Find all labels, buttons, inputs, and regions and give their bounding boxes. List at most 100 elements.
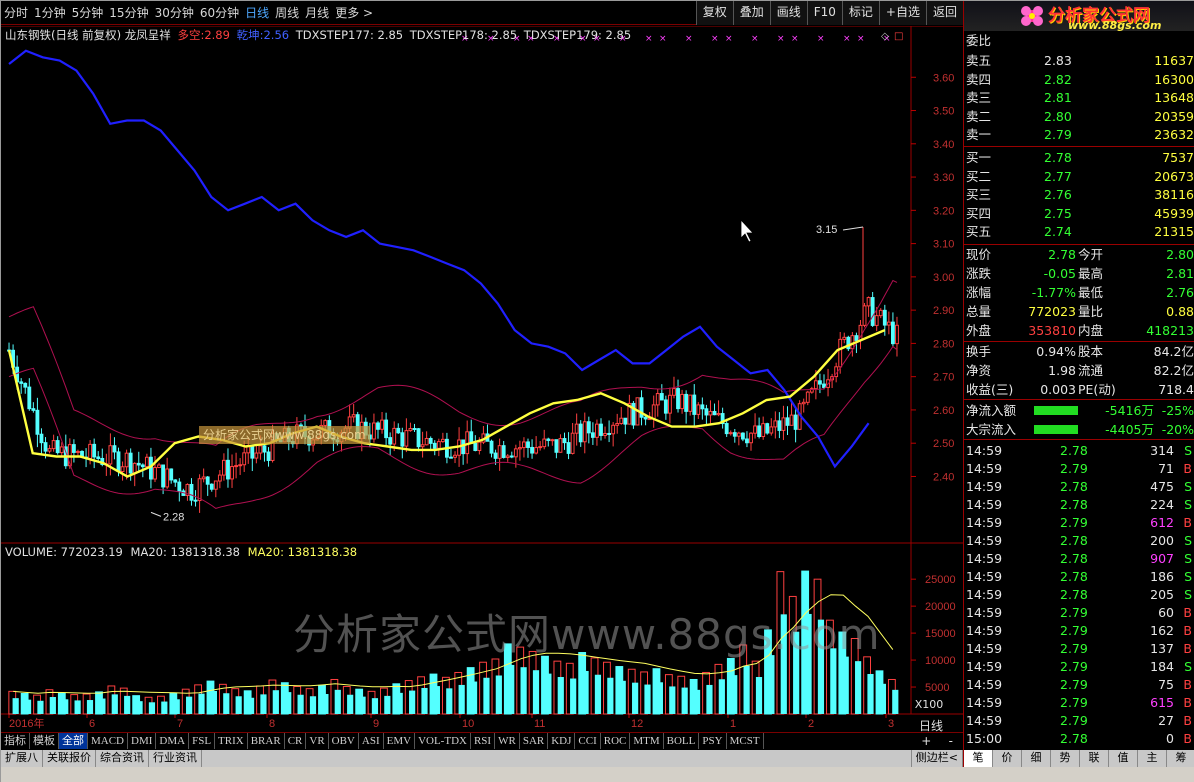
stat-label-2: 最高 bbox=[1078, 266, 1104, 281]
indicator-tab-12[interactable]: ASI bbox=[359, 733, 384, 749]
right-tab-3[interactable]: 势 bbox=[1051, 750, 1080, 767]
bid-3-row: 买四 2.75 45939 bbox=[964, 205, 1194, 223]
indicator-tab-6[interactable]: FSL bbox=[189, 733, 216, 749]
tf-1[interactable]: 分时 bbox=[1, 1, 31, 25]
tf-4[interactable]: 15分钟 bbox=[106, 1, 151, 25]
tf-weekly[interactable]: 周线 bbox=[272, 1, 302, 25]
flow-label: 净流入额 bbox=[966, 403, 1017, 418]
tab-related-quotes[interactable]: 关联报价 bbox=[43, 750, 96, 767]
right-tab-7[interactable]: 筹 bbox=[1167, 750, 1194, 767]
indicator-tab-7[interactable]: TRIX bbox=[215, 733, 248, 749]
ask-0-price: 2.83 bbox=[1044, 53, 1072, 68]
tab-news[interactable]: 综合资讯 bbox=[96, 750, 149, 767]
candle-body bbox=[688, 394, 693, 412]
right-tab-5[interactable]: 值 bbox=[1109, 750, 1138, 767]
tf-more[interactable]: 更多 > bbox=[332, 1, 376, 25]
right-tab-1[interactable]: 价 bbox=[993, 750, 1022, 767]
indicator-tab-14[interactable]: VOL-TDX bbox=[415, 733, 471, 749]
tab-ext8[interactable]: 扩展八 bbox=[1, 750, 43, 767]
indicator-tab-9[interactable]: CR bbox=[285, 733, 307, 749]
volume-bar bbox=[359, 696, 366, 714]
tf-monthly[interactable]: 月线 bbox=[302, 1, 332, 25]
kline-chart-area[interactable]: 3.60 3.50 3.40 3.30 3.20 3.10 3.00 2.90 2.80 2.70… bbox=[1, 26, 963, 733]
tf-6[interactable]: 60分钟 bbox=[197, 1, 242, 25]
indicator-tab-13[interactable]: EMV bbox=[384, 733, 416, 749]
tf-daily[interactable]: 日线 bbox=[242, 1, 272, 25]
site-logo: 分析家公式网 www.88gs.com bbox=[964, 1, 1194, 32]
indicator-tab-5[interactable]: DMA bbox=[156, 733, 190, 749]
tick-price: 2.78 bbox=[1060, 731, 1088, 746]
right-tab-0[interactable]: 笔 bbox=[964, 750, 993, 767]
volume-bar bbox=[297, 694, 304, 714]
candle-body bbox=[153, 467, 157, 480]
indicator-tab-19[interactable]: CCI bbox=[575, 733, 601, 749]
indicator-tab-17[interactable]: SAR bbox=[520, 733, 549, 749]
indicator-tab-3[interactable]: MACD bbox=[88, 733, 129, 749]
draw-line-button[interactable]: 画线 bbox=[769, 1, 807, 25]
indicator-tab-15[interactable]: RSI bbox=[471, 733, 496, 749]
stat2-label-1: 收益(三) bbox=[966, 382, 1014, 397]
ask-4-price: 2.79 bbox=[1044, 127, 1072, 143]
stat-label-1: 现价 bbox=[966, 247, 992, 262]
overlay-button[interactable]: 叠加 bbox=[732, 1, 770, 25]
indicator-tab-0[interactable]: 指标 bbox=[1, 733, 30, 749]
candle-body bbox=[793, 414, 798, 430]
candle-body bbox=[473, 442, 478, 451]
zoom-out-button[interactable]: - bbox=[939, 733, 964, 749]
stat-row: 外盘 353810 内盘 418213 bbox=[964, 322, 1194, 340]
volume-bar bbox=[37, 700, 44, 714]
indicator-tab-8[interactable]: BRAR bbox=[248, 733, 285, 749]
tf-5[interactable]: 30分钟 bbox=[152, 1, 197, 25]
indicator-tab-1[interactable]: 模板 bbox=[30, 733, 59, 749]
indicator-tab-20[interactable]: ROC bbox=[601, 733, 631, 749]
tick-time: 14:59 bbox=[966, 569, 1003, 584]
mark-button[interactable]: 标记 bbox=[841, 1, 879, 25]
stat-value-2: 2.76 bbox=[1166, 285, 1194, 300]
indicator-tab-16[interactable]: WR bbox=[495, 733, 520, 749]
tick-volume: 612 bbox=[1150, 515, 1174, 530]
volume-bar bbox=[718, 679, 725, 714]
ask-0-row: 卖五 2.83 11637 bbox=[964, 52, 1194, 70]
candle-body bbox=[262, 445, 267, 453]
tf-2[interactable]: 1分钟 bbox=[31, 1, 69, 25]
candle-body bbox=[177, 481, 182, 492]
indicator-tab-24[interactable]: MCST bbox=[727, 733, 764, 749]
candle-body bbox=[509, 455, 514, 458]
indicator-tab-2[interactable]: 全部 bbox=[59, 733, 88, 749]
indicator-tab-11[interactable]: OBV bbox=[329, 733, 359, 749]
ask-3-volume: 20359 bbox=[1154, 108, 1194, 124]
tick-time: 14:59 bbox=[966, 479, 1003, 494]
indicator-tab-21[interactable]: MTM bbox=[630, 733, 664, 749]
flow-row: 净流入额 -5416万 -25% bbox=[964, 402, 1194, 420]
tab-industry-news[interactable]: 行业资讯 bbox=[149, 750, 202, 767]
price-label: 3.00 bbox=[933, 272, 954, 284]
tf-3[interactable]: 5分钟 bbox=[69, 1, 107, 25]
indicator-tab-18[interactable]: KDJ bbox=[548, 733, 576, 749]
right-tab-6[interactable]: 主 bbox=[1138, 750, 1167, 767]
indicator-tab-4[interactable]: DMI bbox=[128, 733, 157, 749]
date-label: 11 bbox=[534, 718, 545, 730]
candle-body bbox=[226, 459, 230, 480]
indicator-tab-23[interactable]: PSY bbox=[699, 733, 727, 749]
stat-label-2: 量比 bbox=[1078, 304, 1104, 319]
zoom-in-button[interactable]: + bbox=[914, 733, 939, 749]
f10-button[interactable]: F10 bbox=[806, 1, 842, 25]
back-button[interactable]: 返回 bbox=[925, 1, 963, 25]
restore-rights-button[interactable]: 复权 bbox=[695, 1, 733, 25]
right-tab-4[interactable]: 联 bbox=[1080, 750, 1109, 767]
indicator-tab-22[interactable]: BOLL bbox=[664, 733, 700, 749]
tick-time: 14:59 bbox=[966, 461, 1003, 476]
candle-body bbox=[230, 466, 234, 480]
indicator-tab-10[interactable]: VR bbox=[306, 733, 329, 749]
right-tab-2[interactable]: 细 bbox=[1022, 750, 1051, 767]
candle-body bbox=[323, 420, 328, 426]
candle-body bbox=[619, 417, 624, 425]
candle-body bbox=[71, 444, 76, 453]
candle-body bbox=[522, 441, 526, 449]
bid-4-label: 买五 bbox=[966, 224, 992, 240]
diamond-icon[interactable]: ◇ bbox=[881, 31, 889, 42]
tick-volume: 75 bbox=[1158, 677, 1174, 692]
add-watchlist-button[interactable]: +自选 bbox=[878, 1, 926, 25]
square-icon[interactable]: □ bbox=[894, 31, 903, 42]
sidebar-toggle[interactable]: 侧边栏< bbox=[910, 750, 963, 767]
